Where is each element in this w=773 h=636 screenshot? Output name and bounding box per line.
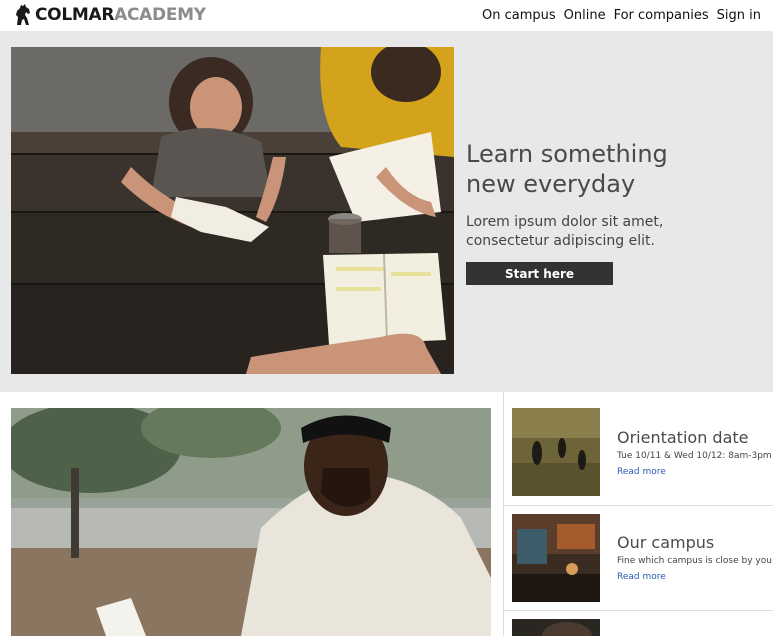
orientation-card-title: Orientation date — [617, 428, 749, 447]
orientation-read-more-link[interactable]: Read more — [617, 467, 666, 477]
hero-description: Lorem ipsum dolor sit amet, consectetur … — [466, 214, 664, 249]
campus-card[interactable]: Our campus Fine which campus is close by… — [504, 506, 773, 611]
logo[interactable]: COLMARACADEMY — [13, 3, 206, 27]
main-nav: On campus Online For companies Sign in — [482, 8, 761, 23]
horse-logo-icon — [16, 4, 30, 25]
site-header: COLMARACADEMY On campus Online For compa… — [0, 0, 773, 31]
logo-text-light: ACADEMY — [114, 5, 206, 25]
nav-link-online[interactable]: Online — [564, 8, 606, 23]
logo-text: COLMARACADEMY — [35, 5, 206, 25]
start-here-button[interactable]: Start here — [466, 262, 613, 285]
campus-read-more-link[interactable]: Read more — [617, 572, 666, 582]
logo-text-bold: COLMAR — [35, 5, 115, 25]
hero-section: Learn something new everyday Lorem ipsum… — [0, 31, 773, 392]
nav-link-for-companies[interactable]: For companies — [614, 8, 709, 23]
nav-link-on-campus[interactable]: On campus — [482, 8, 556, 23]
campus-thumbnail — [512, 514, 600, 602]
student-reading-photo — [11, 408, 491, 636]
hero-title: Learn something new everyday — [466, 140, 668, 198]
campus-card-subtitle: Fine which campus is close by you — [617, 556, 772, 566]
orientation-card-subtitle: Tue 10/11 & Wed 10/12: 8am-3pm — [617, 451, 772, 461]
third-card[interactable] — [504, 611, 773, 636]
hero-photo-students-reading — [11, 47, 454, 374]
nav-link-sign-in[interactable]: Sign in — [717, 8, 761, 23]
third-card-thumbnail — [512, 619, 600, 636]
orientation-thumbnail — [512, 408, 600, 496]
orientation-card[interactable]: Orientation date Tue 10/11 & Wed 10/12: … — [504, 392, 773, 506]
campus-card-title: Our campus — [617, 533, 715, 552]
